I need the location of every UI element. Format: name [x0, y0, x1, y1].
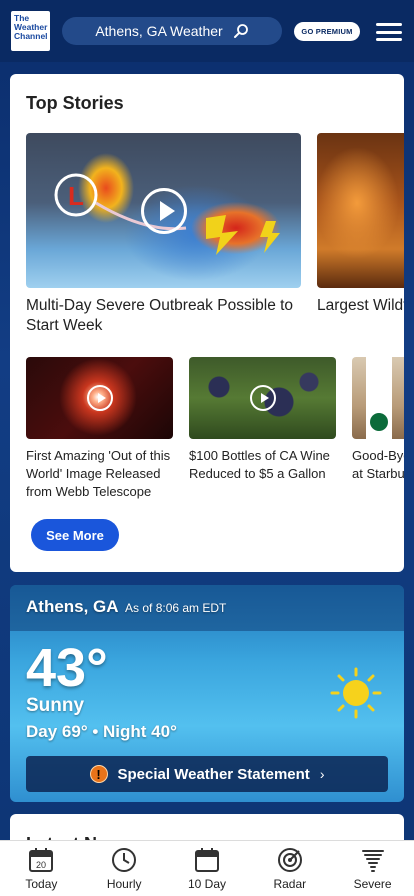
- top-stories-card: Top Stories L Multi-Day Severe Outbreak …: [10, 74, 404, 572]
- see-more-button[interactable]: See More: [31, 519, 119, 551]
- story-thumbnail-radar-map: L: [26, 133, 301, 288]
- svg-text:L: L: [68, 181, 84, 211]
- story-thumbnail-grapes: [189, 357, 336, 439]
- story-headline: Good-Bye Plastic Cups at Starbucks: [352, 448, 404, 481]
- story-headline: Multi-Day Severe Outbreak Possible to St…: [26, 297, 294, 334]
- nav-label: 10 Day: [187, 877, 226, 891]
- calendar-day-number: 20: [36, 860, 46, 870]
- go-premium-button[interactable]: GO PREMIUM: [294, 22, 360, 41]
- location-name: Athens, GA: [26, 597, 119, 616]
- conditions-header: Athens, GA As of 8:06 am EDT: [10, 585, 404, 631]
- chevron-right-icon: ›: [319, 766, 325, 782]
- alert-text: Special Weather Statement: [117, 765, 310, 783]
- nav-label: Radar: [273, 877, 307, 891]
- search-icon: [233, 24, 248, 38]
- observation-time: As of 8:06 am EDT: [125, 601, 227, 615]
- story-headline: $100 Bottles of CA Wine Reduced to $5 a …: [189, 448, 330, 481]
- nav-tab-radar[interactable]: Radar: [248, 841, 331, 896]
- story-thumbnail-webb: [26, 357, 173, 439]
- tornado-icon: [361, 850, 384, 872]
- day-night-temperatures: Day 69° • Night 40°: [26, 722, 177, 741]
- logo-line-3: Channel: [14, 31, 48, 41]
- story-card-severe-outbreak[interactable]: L Multi-Day Severe Outbreak Possible to …: [26, 133, 301, 336]
- story-headline: Largest Wildfire Continues to Grow: [317, 297, 404, 314]
- search-location-text: Athens, GA Weather: [95, 23, 223, 39]
- sunny-icon: [330, 667, 382, 719]
- app-header: The Weather Channel Athens, GA Weather G…: [0, 0, 414, 62]
- play-video-icon: [86, 385, 113, 411]
- weather-alert-banner[interactable]: ! Special Weather Statement ›: [26, 756, 388, 792]
- nav-tab-hourly[interactable]: Hourly: [83, 841, 166, 896]
- play-video-icon: [140, 187, 187, 234]
- current-temperature: 43°: [26, 638, 108, 698]
- clock-icon: [112, 848, 137, 872]
- current-conditions-card[interactable]: Athens, GA As of 8:06 am EDT 43° Sunny D…: [10, 585, 404, 802]
- current-condition: Sunny: [26, 695, 85, 716]
- nav-label: Today: [25, 877, 58, 891]
- story-card-ca-wine[interactable]: $100 Bottles of CA Wine Reduced to $5 a …: [189, 357, 336, 483]
- story-thumbnail-cups: [352, 357, 404, 439]
- nav-tab-10-day[interactable]: 10 Day: [166, 841, 249, 896]
- nav-label: Hourly: [106, 877, 142, 891]
- calendar-today-icon: 20: [29, 848, 54, 872]
- radar-icon: [277, 848, 302, 872]
- play-video-icon: [249, 385, 276, 411]
- hamburger-menu-icon[interactable]: [374, 21, 404, 43]
- nav-tab-today[interactable]: 20 Today: [0, 841, 83, 896]
- calendar-icon: [194, 848, 219, 872]
- story-thumbnail-wildfire: [317, 133, 404, 288]
- story-card-plastic-cups[interactable]: Good-Bye Plastic Cups at Starbucks: [352, 357, 404, 483]
- weather-channel-logo[interactable]: The Weather Channel: [11, 11, 50, 51]
- nav-tab-severe[interactable]: Severe: [331, 841, 414, 896]
- top-stories-title: Top Stories: [26, 93, 124, 113]
- bottom-navigation: 20 Today Hourly 10 Day Radar Severe: [0, 840, 414, 896]
- location-search-bar[interactable]: Athens, GA Weather: [62, 17, 282, 45]
- story-headline: First Amazing 'Out of this World' Image …: [26, 448, 171, 499]
- story-card-webb-image[interactable]: First Amazing 'Out of this World' Image …: [26, 357, 173, 501]
- nav-label: Severe: [353, 877, 392, 891]
- cup-logo-icon: [370, 413, 388, 431]
- story-card-wildfire[interactable]: Largest Wildfire Continues to Grow: [317, 133, 404, 316]
- alert-exclamation-icon: !: [89, 765, 108, 783]
